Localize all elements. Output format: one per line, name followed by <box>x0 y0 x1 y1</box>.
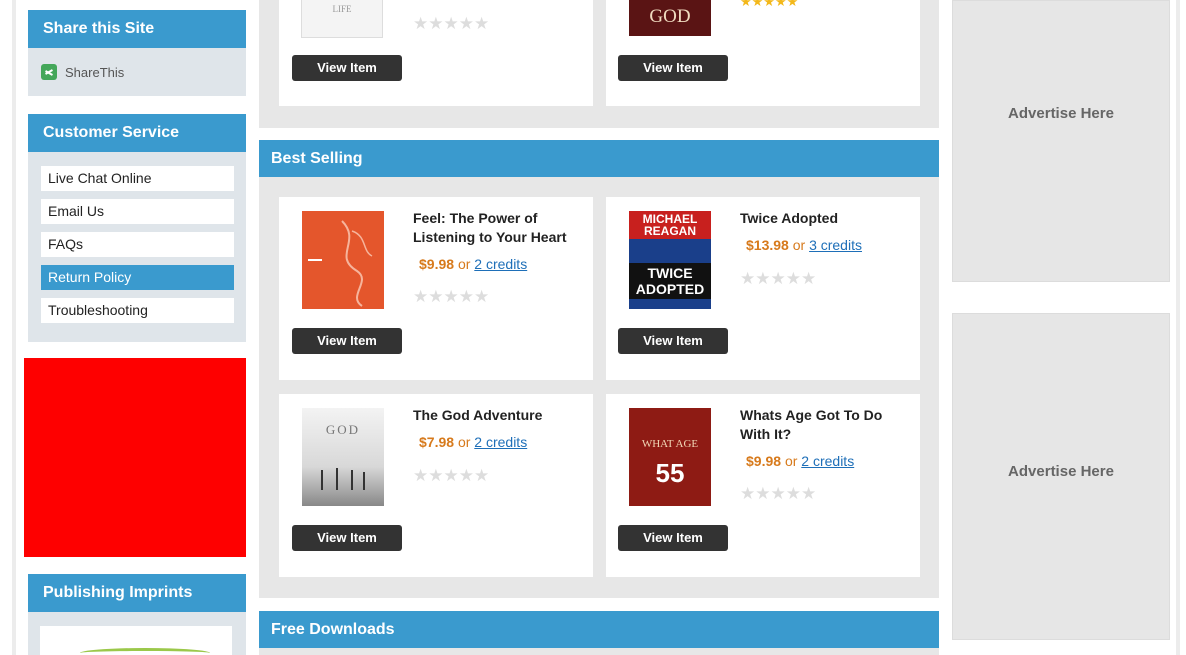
credits-link[interactable]: 2 credits <box>474 434 527 450</box>
advertise-label: Advertise Here <box>1008 463 1114 480</box>
product-title[interactable]: Twice Adopted <box>740 209 910 228</box>
cs-item-live-chat[interactable]: Live Chat Online <box>41 166 234 191</box>
free-downloads-panel <box>259 648 939 655</box>
book-cover[interactable]: GOD <box>629 0 711 36</box>
share-icon <box>41 64 57 80</box>
imprint-logo-mark <box>80 648 210 655</box>
book-cover-god-adventure[interactable]: GOD <box>302 408 384 506</box>
sharethis-label: ShareThis <box>65 64 125 80</box>
cover-art <box>321 468 365 490</box>
cover-title: WHAT AGE <box>641 438 699 450</box>
product-card: MICHAEL REAGAN TWICE ADOPTED Twice Adopt… <box>606 197 920 380</box>
cs-item-faqs[interactable]: FAQs <box>41 232 234 257</box>
cover-art <box>308 220 373 307</box>
advertise-slot-1[interactable]: Advertise Here <box>952 0 1170 282</box>
product-title[interactable]: The God Adventure <box>413 406 583 425</box>
cs-item-email-us[interactable]: Email Us <box>41 199 234 224</box>
cs-item-return-policy[interactable]: Return Policy <box>41 265 234 290</box>
view-item-button[interactable]: View Item <box>618 328 728 354</box>
customer-service-list: Live Chat Online Email Us FAQs Return Po… <box>28 152 246 335</box>
rating-stars: ★★★★★ <box>740 269 817 288</box>
share-box: Share this Site ShareThis <box>28 10 246 96</box>
book-cover-twice-adopted[interactable]: MICHAEL REAGAN TWICE ADOPTED <box>629 211 711 309</box>
customer-service-box: Customer Service Live Chat Online Email … <box>28 114 246 342</box>
cover-number: 55 <box>655 458 685 488</box>
product-card: GOD The God Adventure $7.98 or 2 credits… <box>279 394 593 577</box>
cover-title: GOD <box>325 422 361 437</box>
rating-stars: ★★★★★ <box>413 466 490 485</box>
rating-stars: ★★★★★ <box>413 14 490 33</box>
rating-stars: ★★★★★ <box>740 484 817 503</box>
product-card: Feel: The Power of Listening to Your Hea… <box>279 197 593 380</box>
product-price: $13.98 or 3 credits <box>746 237 862 253</box>
frame-line-right <box>1176 0 1180 655</box>
rating-stars: ★★★★★ <box>413 287 490 306</box>
credits-link[interactable]: 2 credits <box>801 453 854 469</box>
cover-title: TWICE ADOPTED <box>629 263 711 299</box>
product-title[interactable]: Feel: The Power of Listening to Your Hea… <box>413 209 583 247</box>
free-downloads-heading: Free Downloads <box>259 611 939 648</box>
credits-link[interactable]: 2 credits <box>474 256 527 272</box>
red-banner-block <box>24 358 246 557</box>
product-title[interactable]: Whats Age Got To Do With It? <box>740 406 910 444</box>
top-product-card-left: LIFE ★★★★★ View Item <box>279 0 593 106</box>
view-item-button[interactable]: View Item <box>618 55 728 81</box>
customer-service-heading: Customer Service <box>28 114 246 152</box>
view-item-button[interactable]: View Item <box>292 55 402 81</box>
product-price: $7.98 or 2 credits <box>419 434 528 450</box>
advertise-slot-2[interactable]: Advertise Here <box>952 313 1170 640</box>
product-card: WHAT AGE 55 Whats Age Got To Do With It?… <box>606 394 920 577</box>
cover-author: MICHAEL REAGAN <box>629 211 711 239</box>
best-selling-heading: Best Selling <box>259 140 939 177</box>
credits-link[interactable]: 3 credits <box>809 237 862 253</box>
cover-text: LIFE <box>332 4 352 14</box>
share-heading: Share this Site <box>28 10 246 48</box>
product-price: $9.98 or 2 credits <box>419 256 528 272</box>
rating-stars: ★★★★★ <box>740 0 799 9</box>
frame-line-left <box>12 0 16 655</box>
cover-text: GOD <box>649 6 691 27</box>
book-cover[interactable]: LIFE <box>301 0 383 38</box>
top-product-card-right: GOD ★★★★★ View Item <box>606 0 920 106</box>
product-price: $9.98 or 2 credits <box>746 453 855 469</box>
view-item-button[interactable]: View Item <box>292 525 402 551</box>
book-cover-feel[interactable] <box>302 211 384 309</box>
imprint-logo[interactable] <box>40 626 232 655</box>
advertise-label: Advertise Here <box>1008 105 1114 122</box>
book-cover-whats-age[interactable]: WHAT AGE 55 <box>629 408 711 506</box>
publishing-imprints-heading: Publishing Imprints <box>28 574 246 612</box>
cs-item-troubleshooting[interactable]: Troubleshooting <box>41 298 234 323</box>
view-item-button[interactable]: View Item <box>618 525 728 551</box>
view-item-button[interactable]: View Item <box>292 328 402 354</box>
sharethis-link[interactable]: ShareThis <box>28 48 246 96</box>
